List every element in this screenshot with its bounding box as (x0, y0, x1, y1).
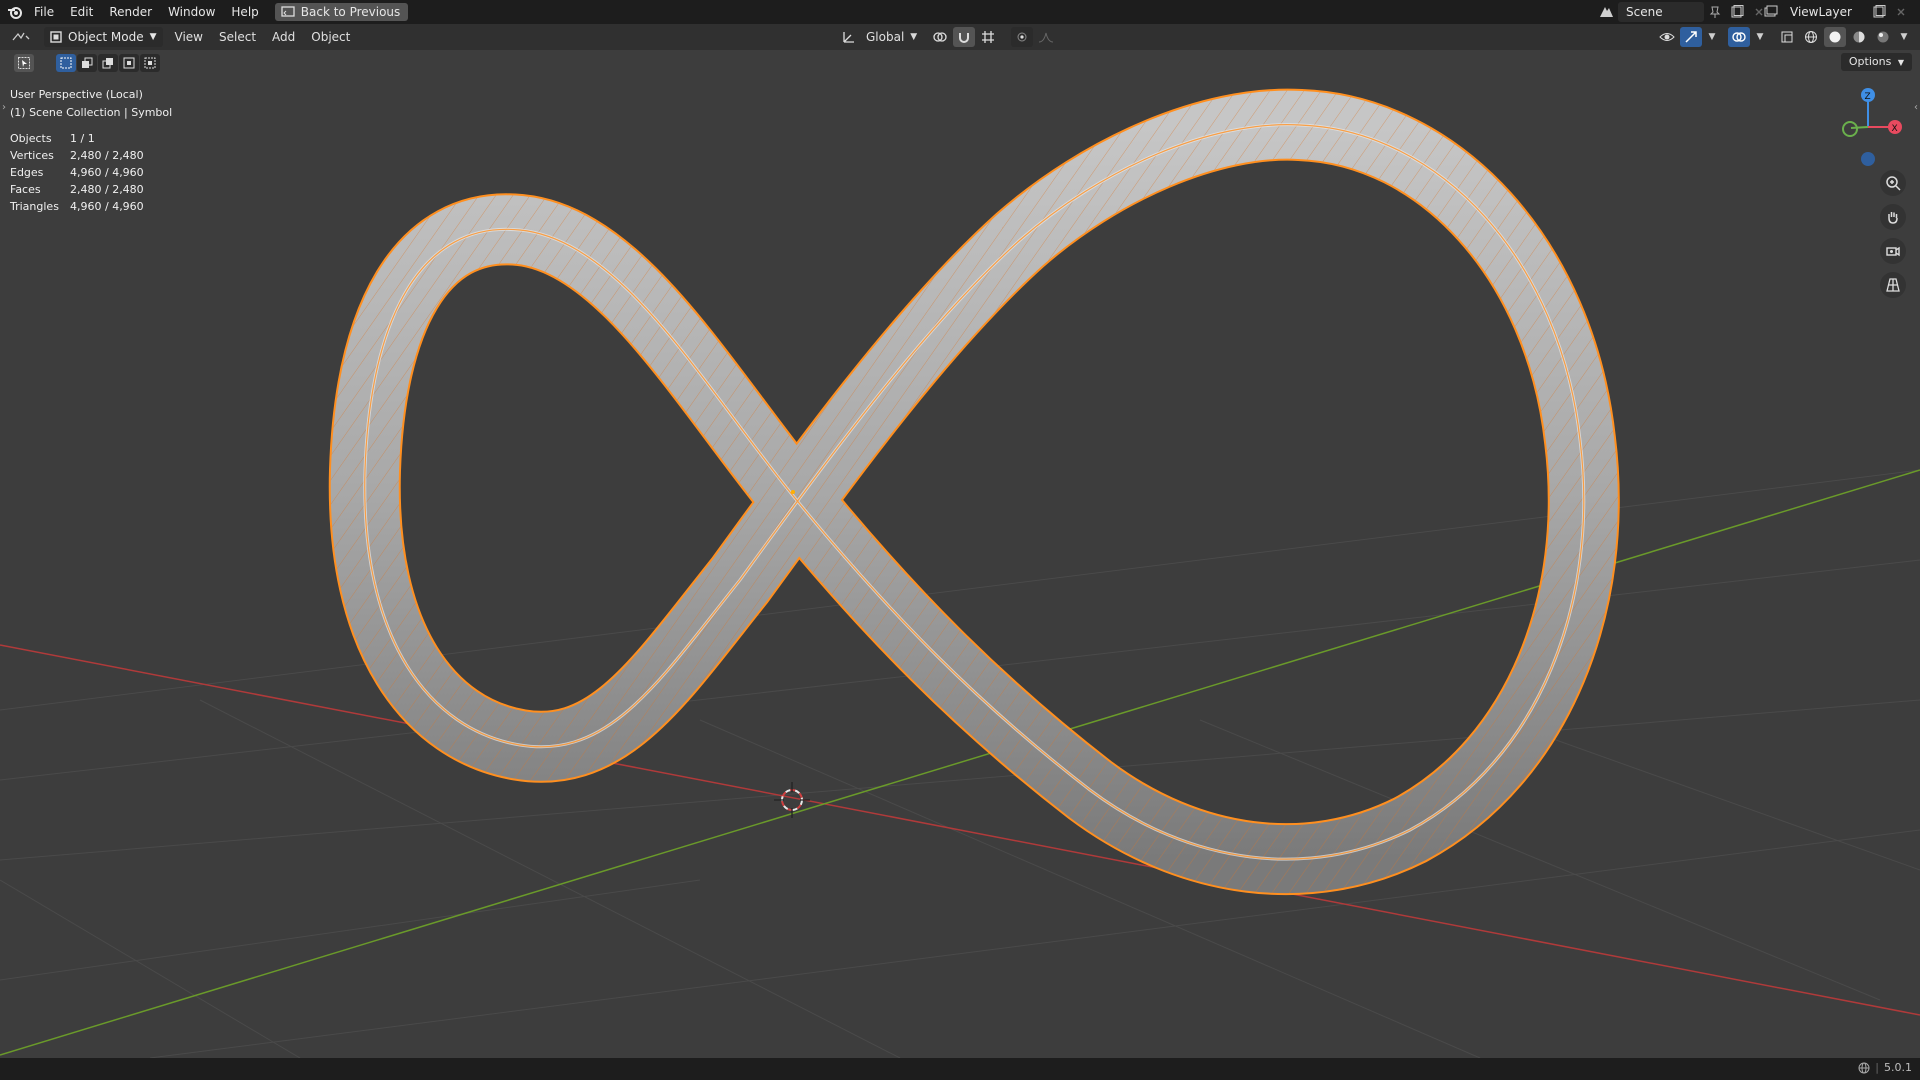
xray-toggle-icon[interactable] (1776, 27, 1798, 47)
stat-label: Objects (10, 132, 52, 145)
pan-hand-icon[interactable] (1880, 204, 1906, 230)
stat-row: Objects 1 / 1 (10, 130, 144, 147)
stat-row: Edges 4,960 / 4,960 (10, 164, 144, 181)
options-label: Options (1848, 55, 1892, 68)
stat-row: Triangles 4,960 / 4,960 (10, 198, 144, 215)
blender-logo-icon[interactable] (4, 2, 26, 22)
editor-type-icon[interactable] (6, 27, 36, 47)
viewport-header: Object Mode ▼ View Select Add Object Glo… (0, 24, 1920, 50)
menu-view[interactable]: View (167, 27, 211, 47)
object-mode-icon (50, 31, 62, 43)
chevron-down-icon: ▼ (149, 32, 157, 42)
chevron-down-icon: ▼ (910, 32, 918, 42)
material-preview-icon[interactable] (1848, 27, 1870, 47)
scene-name-field[interactable]: Scene (1618, 2, 1704, 22)
view-layer-name-field[interactable]: ViewLayer (1782, 2, 1868, 22)
pivot-point-icon[interactable] (929, 27, 951, 47)
collection-label: (1) Scene Collection | Symbol (10, 106, 173, 119)
chevron-down-icon[interactable]: ▼ (1752, 27, 1768, 47)
snap-target-icon[interactable] (977, 27, 999, 47)
view-layer-selector-icon[interactable] (1760, 2, 1782, 22)
stat-row: Faces 2,480 / 2,480 (10, 181, 144, 198)
rendered-shading-icon[interactable] (1872, 27, 1894, 47)
3d-cursor (774, 782, 810, 818)
back-to-previous-label: Back to Previous (300, 5, 401, 19)
menu-file[interactable]: File (26, 0, 62, 24)
stat-value: 4,960 / 4,960 (70, 166, 144, 179)
status-bar: | 5.0.1 (0, 1058, 1920, 1080)
menu-window[interactable]: Window (160, 0, 223, 24)
gizmo-x-label: X (1892, 124, 1898, 134)
stat-label: Triangles (10, 200, 59, 213)
viewport-info: User Perspective (Local) (1) Scene Colle… (10, 86, 172, 122)
globe-icon (1858, 1062, 1870, 1073)
gizmo-z-label: Z (1865, 92, 1871, 102)
falloff-curve-icon[interactable] (1035, 27, 1057, 47)
visibility-selector-icon[interactable] (1656, 27, 1678, 47)
menu-help[interactable]: Help (223, 0, 266, 24)
transform-orientation-icon[interactable] (838, 27, 860, 47)
overlays-toggle-icon[interactable] (1728, 27, 1750, 47)
back-to-previous-button[interactable]: Back to Previous (274, 3, 409, 21)
proportional-editing-icon[interactable] (1011, 27, 1034, 47)
y-axis-line (0, 469, 1920, 1056)
chevron-down-icon[interactable]: ▼ (1896, 27, 1912, 47)
navigation-gizmo: Z X (1842, 88, 1902, 166)
top-bar: File Edit Render Window Help Back to Pre… (0, 0, 1920, 24)
stat-label: Edges (10, 166, 44, 179)
menu-select[interactable]: Select (211, 27, 264, 47)
stat-row: Vertices 2,480 / 2,480 (10, 147, 144, 164)
transform-orientation-selector[interactable]: Global (862, 27, 908, 47)
gizmo-toggle-icon[interactable] (1680, 27, 1702, 47)
scene-statistics: Objects 1 / 1 Vertices 2,480 / 2,480 Edges… (10, 130, 144, 215)
version-info: | 5.0.1 (1858, 1061, 1912, 1074)
chevron-down-icon[interactable]: ▼ (1704, 27, 1720, 47)
menu-render[interactable]: Render (101, 0, 160, 24)
mode-label: Object Mode (68, 30, 144, 44)
new-view-layer-icon[interactable] (1868, 2, 1890, 22)
infinity-mesh (328, 88, 1620, 896)
stat-value: 4,960 / 4,960 (70, 200, 144, 213)
delete-view-layer-icon[interactable] (1890, 2, 1912, 22)
wireframe-shading-icon[interactable] (1800, 27, 1822, 47)
scene-selector-icon[interactable] (1596, 2, 1618, 22)
chevron-down-icon: ▼ (1897, 58, 1904, 67)
version-label: 5.0.1 (1884, 1061, 1912, 1074)
stat-value: 2,480 / 2,480 (70, 183, 144, 196)
3d-viewport[interactable]: Z X (0, 50, 1920, 1058)
zoom-icon[interactable] (1880, 170, 1906, 196)
stat-value: 1 / 1 (70, 132, 95, 145)
perspective-toggle-icon[interactable] (1880, 272, 1906, 298)
pin-icon[interactable] (1704, 2, 1726, 22)
snap-toggle-icon[interactable] (953, 27, 976, 47)
new-scene-icon[interactable] (1726, 2, 1748, 22)
menu-edit[interactable]: Edit (62, 0, 101, 24)
sidebar-toggle-icon[interactable]: ‹ (1914, 102, 1918, 113)
viewport-navigation-tools (1880, 170, 1906, 298)
screen-icon (281, 6, 295, 17)
perspective-label: User Perspective (Local) (10, 88, 143, 101)
camera-view-icon[interactable] (1880, 238, 1906, 264)
stat-label: Vertices (10, 149, 54, 162)
mode-selector[interactable]: Object Mode ▼ (44, 27, 163, 47)
solid-shading-icon[interactable] (1824, 27, 1846, 47)
menu-add[interactable]: Add (264, 27, 303, 47)
toolbar-toggle-icon[interactable]: › (2, 102, 6, 113)
options-button[interactable]: Options ▼ (1840, 53, 1912, 71)
menu-object[interactable]: Object (303, 27, 358, 47)
stat-value: 2,480 / 2,480 (70, 149, 144, 162)
stat-label: Faces (10, 183, 41, 196)
